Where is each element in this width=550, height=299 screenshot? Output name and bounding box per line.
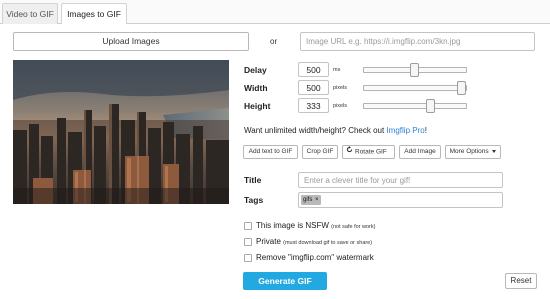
tab-bar: Video to GIF Images to GIF — [0, 0, 550, 25]
title-label: Title — [244, 175, 262, 185]
tab-video-to-gif[interactable]: Video to GIF — [2, 3, 58, 24]
height-input[interactable] — [298, 98, 329, 113]
delay-slider-thumb[interactable] — [410, 63, 419, 77]
private-checkbox[interactable] — [244, 238, 252, 246]
rotate-gif-button[interactable]: Rotate GIF — [342, 145, 395, 159]
height-unit: pixels — [333, 103, 348, 109]
pro-promo-suffix: ! — [424, 126, 427, 135]
tags-input[interactable]: gifs × — [298, 192, 503, 208]
width-label: Width — [244, 83, 268, 93]
more-options-button[interactable]: More Options — [445, 145, 501, 159]
images-to-gif-panel: Upload Images or Image URL e.g. https://… — [0, 24, 550, 299]
pro-promo: Want unlimited width/height? Check out I… — [244, 126, 427, 135]
rotate-icon — [346, 146, 353, 158]
more-options-label: More Options — [449, 148, 489, 155]
tags-label: Tags — [244, 195, 264, 205]
delay-label: Delay — [244, 65, 267, 75]
tag-chip-label: gifs — [303, 197, 313, 203]
nsfw-checkbox[interactable] — [244, 222, 252, 230]
remove-watermark-checkbox[interactable] — [244, 254, 252, 262]
upload-images-button[interactable]: Upload Images — [13, 32, 249, 51]
crop-gif-button[interactable]: Crop GIF — [302, 145, 338, 159]
width-input[interactable] — [298, 80, 329, 95]
tab-images-to-gif[interactable]: Images to GIF — [61, 3, 127, 25]
rotate-gif-label: Rotate GIF — [355, 148, 387, 156]
imgflip-pro-link[interactable]: Imgflip Pro — [386, 126, 424, 135]
height-slider[interactable] — [363, 99, 467, 113]
pro-promo-text: Want unlimited width/height? Check out — [244, 126, 387, 135]
width-slider-thumb[interactable] — [457, 81, 466, 95]
generate-gif-button[interactable]: Generate GIF — [243, 272, 327, 290]
add-text-button[interactable]: Add text to GIF — [243, 145, 298, 159]
title-input[interactable] — [298, 172, 503, 188]
tag-remove-icon[interactable]: × — [315, 197, 319, 203]
private-label: Private (must download gif to save or sh… — [256, 237, 372, 246]
preview-image — [13, 60, 229, 204]
reset-button[interactable]: Reset — [505, 273, 537, 289]
or-label: or — [270, 37, 278, 46]
height-label: Height — [244, 101, 271, 111]
width-unit: pixels — [333, 85, 348, 91]
private-note: (must download gif to save or share) — [283, 240, 373, 246]
remove-watermark-label: Remove "imgflip.com" watermark — [256, 253, 374, 262]
delay-slider[interactable] — [363, 63, 467, 77]
add-image-button[interactable]: Add Image — [399, 145, 441, 159]
width-slider[interactable] — [363, 81, 467, 95]
nsfw-label-text: This image is NSFW — [256, 221, 329, 230]
delay-input[interactable] — [298, 62, 329, 77]
nsfw-label: This image is NSFW (not safe for work) — [256, 221, 375, 230]
image-url-input[interactable] — [300, 32, 535, 51]
caret-down-icon — [492, 149, 497, 153]
nsfw-note: (not safe for work) — [331, 224, 376, 230]
delay-unit: ms — [333, 67, 341, 73]
height-slider-thumb[interactable] — [426, 99, 435, 113]
private-label-text: Private — [256, 237, 281, 246]
tag-chip: gifs × — [301, 195, 321, 205]
